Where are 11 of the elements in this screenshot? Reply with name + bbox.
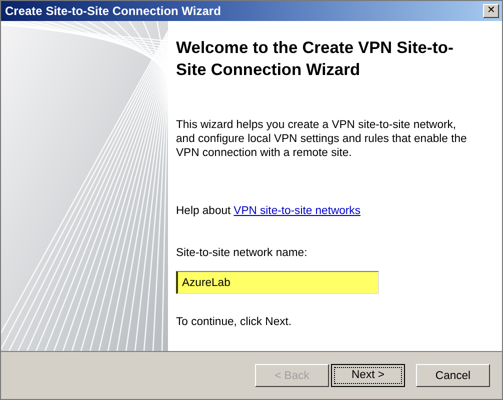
help-text: Help about: [176, 205, 231, 217]
wizard-heading: Welcome to the Create VPN Site-to-Site Connection Wizard: [176, 38, 454, 81]
window-title: Create Site-to-Site Connection Wizard: [5, 4, 221, 18]
continue-text: To continue, click Next.: [176, 316, 292, 328]
wizard-button[interactable]: Next >: [331, 364, 405, 387]
wizard-button[interactable]: Cancel: [416, 364, 490, 387]
field-label: Site-to-site network name:: [176, 247, 308, 259]
network-name-field[interactable]: AzureLab: [176, 271, 379, 294]
close-button[interactable]: ✕: [483, 4, 499, 18]
description-text: This wizard helps you create a VPN site-to-site network, and configure local VPN settings and rules that enable the VPN connection with a remote site.: [176, 118, 468, 160]
help-link[interactable]: VPN site-to-site networks: [234, 205, 360, 217]
